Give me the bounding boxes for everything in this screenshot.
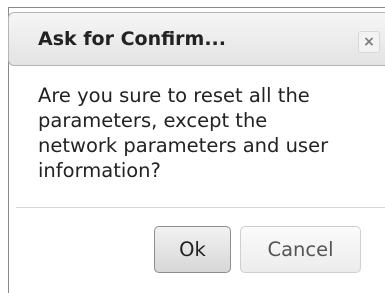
close-icon[interactable]: × bbox=[358, 31, 380, 53]
dialog-title: Ask for Confirm... bbox=[38, 28, 226, 50]
dialog-divider bbox=[16, 207, 385, 208]
message-line: information? bbox=[38, 159, 161, 182]
message-line: parameters, except the bbox=[38, 109, 268, 132]
dialog-message: Are you sure to reset all the parameters… bbox=[38, 83, 378, 183]
page: Ask for Confirm... × Are you sure to res… bbox=[0, 0, 385, 293]
ok-button[interactable]: Ok bbox=[154, 226, 231, 273]
message-line: Are you sure to reset all the bbox=[38, 84, 310, 107]
cancel-button[interactable]: Cancel bbox=[240, 226, 361, 273]
message-line: network parameters and user bbox=[38, 134, 329, 157]
